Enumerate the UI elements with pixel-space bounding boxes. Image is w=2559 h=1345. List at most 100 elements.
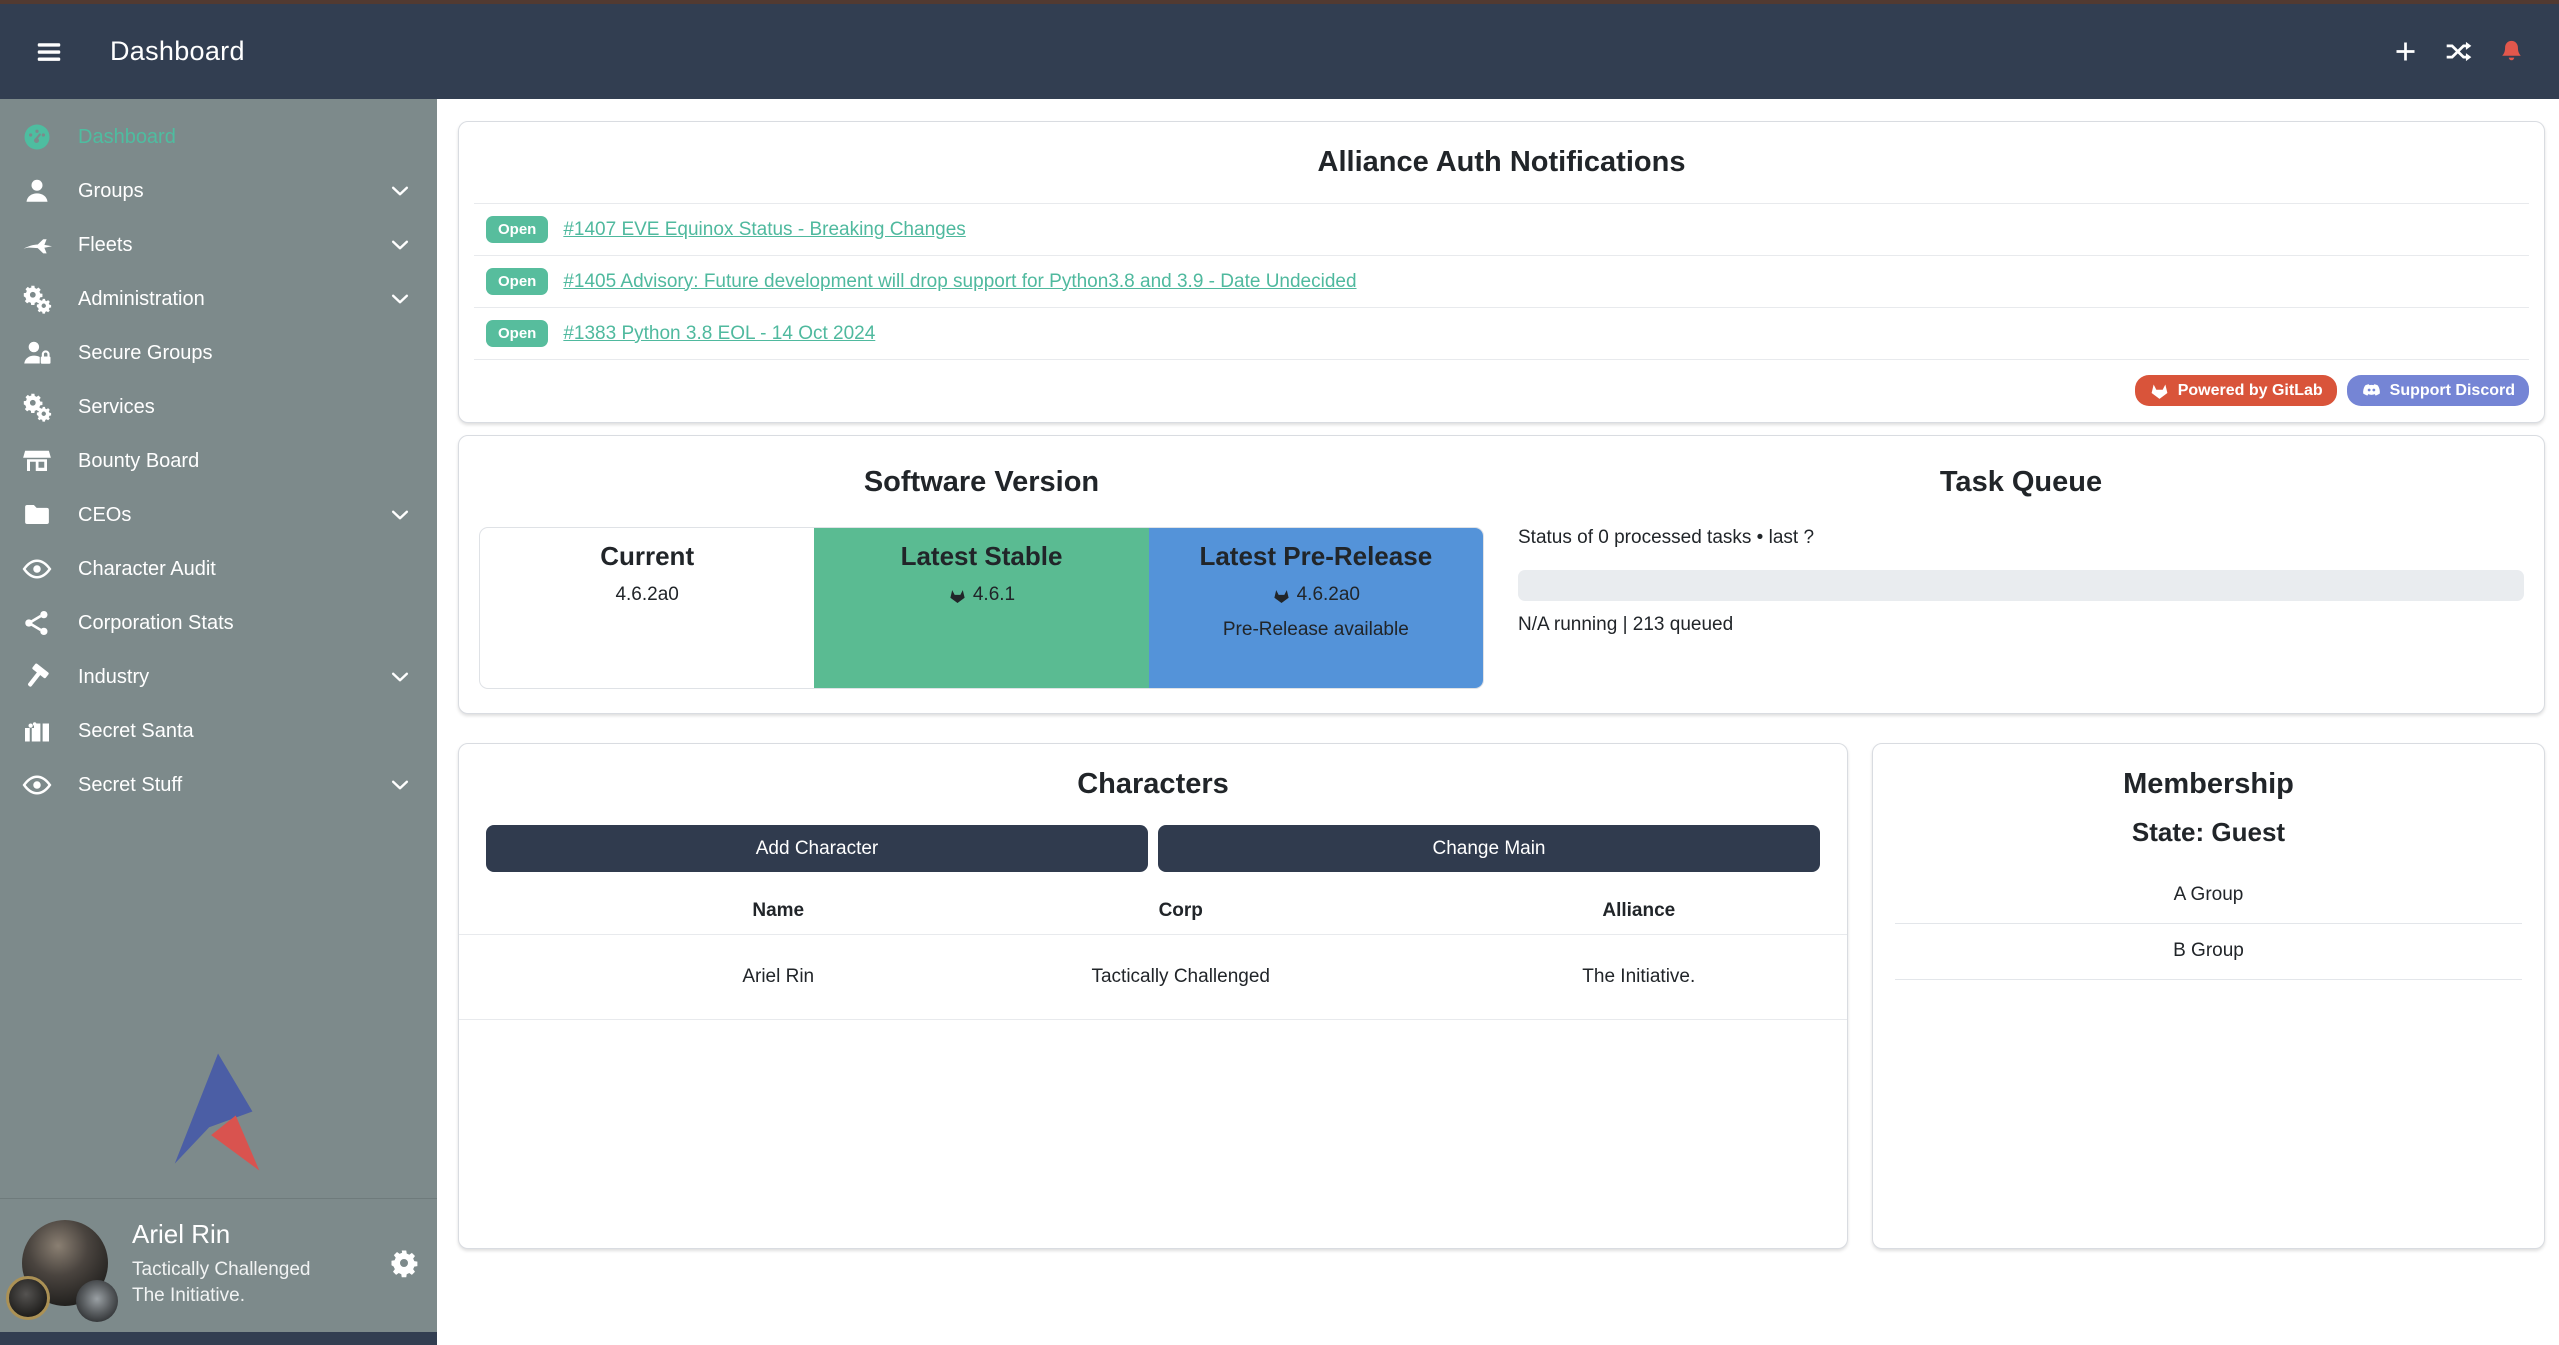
store-icon <box>22 446 52 476</box>
chevron-down-icon <box>389 504 411 526</box>
sidebar-item-label: Dashboard <box>78 126 176 149</box>
sidebar-footer: Ariel Rin Tactically Challenged The Init… <box>0 1050 437 1345</box>
notification-row: Open #1383 Python 3.8 EOL - 14 Oct 2024 <box>474 307 2529 359</box>
version-cell-label: Latest Pre-Release <box>1149 541 1483 572</box>
notification-link[interactable]: #1407 EVE Equinox Status - Breaking Chan… <box>563 219 965 241</box>
user-corp: Tactically Challenged <box>132 1257 311 1284</box>
sidebar-item-secure-groups[interactable]: Secure Groups <box>0 326 437 380</box>
task-queue-progressbar <box>1518 570 2524 601</box>
table-row: Ariel Rin Tactically Challenged The Init… <box>459 934 1847 1019</box>
list-item: B Group <box>1895 924 2522 980</box>
avatar <box>522 957 562 997</box>
sidebar-item-corporation-stats[interactable]: Corporation Stats <box>0 596 437 650</box>
alliance-auth-logo <box>0 1050 437 1198</box>
notification-link[interactable]: #1383 Python 3.8 EOL - 14 Oct 2024 <box>563 323 875 345</box>
sidebar-item-label: Secret Santa <box>78 720 194 743</box>
eye-icon <box>22 554 52 584</box>
chevron-down-icon <box>389 666 411 688</box>
gitlab-badge[interactable]: Powered by GitLab <box>2135 375 2337 406</box>
version-cell-stable: Latest Stable 4.6.1 <box>814 528 1148 688</box>
characters-panel: Characters Add Character Change Main Nam… <box>458 743 1848 1249</box>
hammer-icon <box>22 662 52 692</box>
characters-title: Characters <box>459 768 1847 801</box>
gear-icon[interactable] <box>389 1248 419 1278</box>
membership-state: State: Guest <box>1873 817 2544 848</box>
chevron-down-icon <box>389 774 411 796</box>
name-column-header: Name <box>626 889 931 934</box>
sidebar-item-label: CEOs <box>78 504 131 527</box>
notification-link[interactable]: #1405 Advisory: Future development will … <box>563 271 1356 293</box>
sidebar-item-fleets[interactable]: Fleets <box>0 218 437 272</box>
table-header-row: Name Corp Alliance <box>459 889 1847 934</box>
task-queue-status: Status of 0 processed tasks • last ? <box>1518 527 2524 549</box>
user-panel: Ariel Rin Tactically Challenged The Init… <box>0 1199 437 1332</box>
eye-icon <box>22 770 52 800</box>
portrait-column-header <box>459 889 626 934</box>
task-queue-section: Task Queue Status of 0 processed tasks •… <box>1484 436 2524 689</box>
user-alliance: The Initiative. <box>132 1283 311 1310</box>
sidebar: Dashboard Groups Fleets Administration S… <box>0 99 437 1345</box>
sidebar-item-label: Services <box>78 396 155 419</box>
sidebar-item-label: Bounty Board <box>78 450 199 473</box>
gitlab-badge-label: Powered by GitLab <box>2178 382 2323 400</box>
notification-row: Open #1405 Advisory: Future development … <box>474 255 2529 307</box>
sidebar-item-label: Fleets <box>78 234 132 257</box>
discord-badge[interactable]: Support Discord <box>2347 375 2529 406</box>
version-cell-current: Current 4.6.2a0 <box>480 528 814 688</box>
corp-column-header: Corp <box>931 889 1431 934</box>
notifications-panel: Alliance Auth Notifications Open #1407 E… <box>458 121 2545 423</box>
version-cell-prerelease: Latest Pre-Release 4.6.2a0 Pre-Release a… <box>1149 528 1483 688</box>
sidebar-item-services[interactable]: Services <box>0 380 437 434</box>
membership-panel: Membership State: Guest A Group B Group <box>1872 743 2545 1249</box>
membership-title: Membership <box>1873 768 2544 801</box>
sidebar-item-label: Corporation Stats <box>78 612 234 635</box>
sidebar-item-label: Secure Groups <box>78 342 213 365</box>
sidebar-item-administration[interactable]: Administration <box>0 272 437 326</box>
sidebar-item-groups[interactable]: Groups <box>0 164 437 218</box>
sidebar-item-secret-stuff[interactable]: Secret Stuff <box>0 758 437 812</box>
list-item: A Group <box>1895 868 2522 924</box>
software-version-task-queue-panel: Software Version Current 4.6.2a0 Latest … <box>458 435 2545 714</box>
sidebar-item-character-audit[interactable]: Character Audit <box>0 542 437 596</box>
menu-icon[interactable] <box>34 37 64 67</box>
user-icon <box>22 176 52 206</box>
user-info: Ariel Rin Tactically Challenged The Init… <box>132 1216 311 1310</box>
sidebar-item-label: Administration <box>78 288 205 311</box>
gitlab-icon <box>948 586 967 605</box>
bell-icon[interactable] <box>2498 38 2525 65</box>
gitlab-icon <box>1272 586 1291 605</box>
status-badge: Open <box>486 216 548 243</box>
sidebar-item-ceos[interactable]: CEOs <box>0 488 437 542</box>
gauge-icon <box>22 122 52 152</box>
software-version-table: Current 4.6.2a0 Latest Stable 4.6.1 Late… <box>479 527 1484 689</box>
shuffle-icon[interactable] <box>2445 38 2472 65</box>
sidebar-item-label: Groups <box>78 180 144 203</box>
sidebar-item-label: Secret Stuff <box>78 774 182 797</box>
sidebar-item-label: Industry <box>78 666 149 689</box>
version-number: 4.6.1 <box>973 584 1015 606</box>
alliance-column-header: Alliance <box>1431 889 1847 934</box>
character-name-cell: Ariel Rin <box>626 934 931 1019</box>
software-version-title: Software Version <box>479 466 1484 499</box>
sidebar-item-secret-santa[interactable]: Secret Santa <box>0 704 437 758</box>
navbar-actions <box>2392 38 2525 65</box>
sidebar-item-label: Character Audit <box>78 558 216 581</box>
jet-icon <box>22 230 52 260</box>
sidebar-item-bounty-board[interactable]: Bounty Board <box>0 434 437 488</box>
change-main-button[interactable]: Change Main <box>1158 825 1820 872</box>
gears-icon <box>22 284 52 314</box>
folder-icon <box>22 500 52 530</box>
status-badge: Open <box>486 320 548 347</box>
user-avatar <box>22 1220 108 1306</box>
share-icon <box>22 608 52 638</box>
status-badge: Open <box>486 268 548 295</box>
page-title: Dashboard <box>110 36 245 67</box>
sidebar-item-dashboard[interactable]: Dashboard <box>0 110 437 164</box>
plus-icon[interactable] <box>2392 38 2419 65</box>
prerelease-note: Pre-Release available <box>1149 619 1483 641</box>
characters-table: Name Corp Alliance Ariel Rin Tactically … <box>459 889 1847 1020</box>
notification-row: Open #1407 EVE Equinox Status - Breaking… <box>474 203 2529 255</box>
sidebar-item-industry[interactable]: Industry <box>0 650 437 704</box>
top-navbar: Dashboard <box>0 4 2559 99</box>
add-character-button[interactable]: Add Character <box>486 825 1148 872</box>
